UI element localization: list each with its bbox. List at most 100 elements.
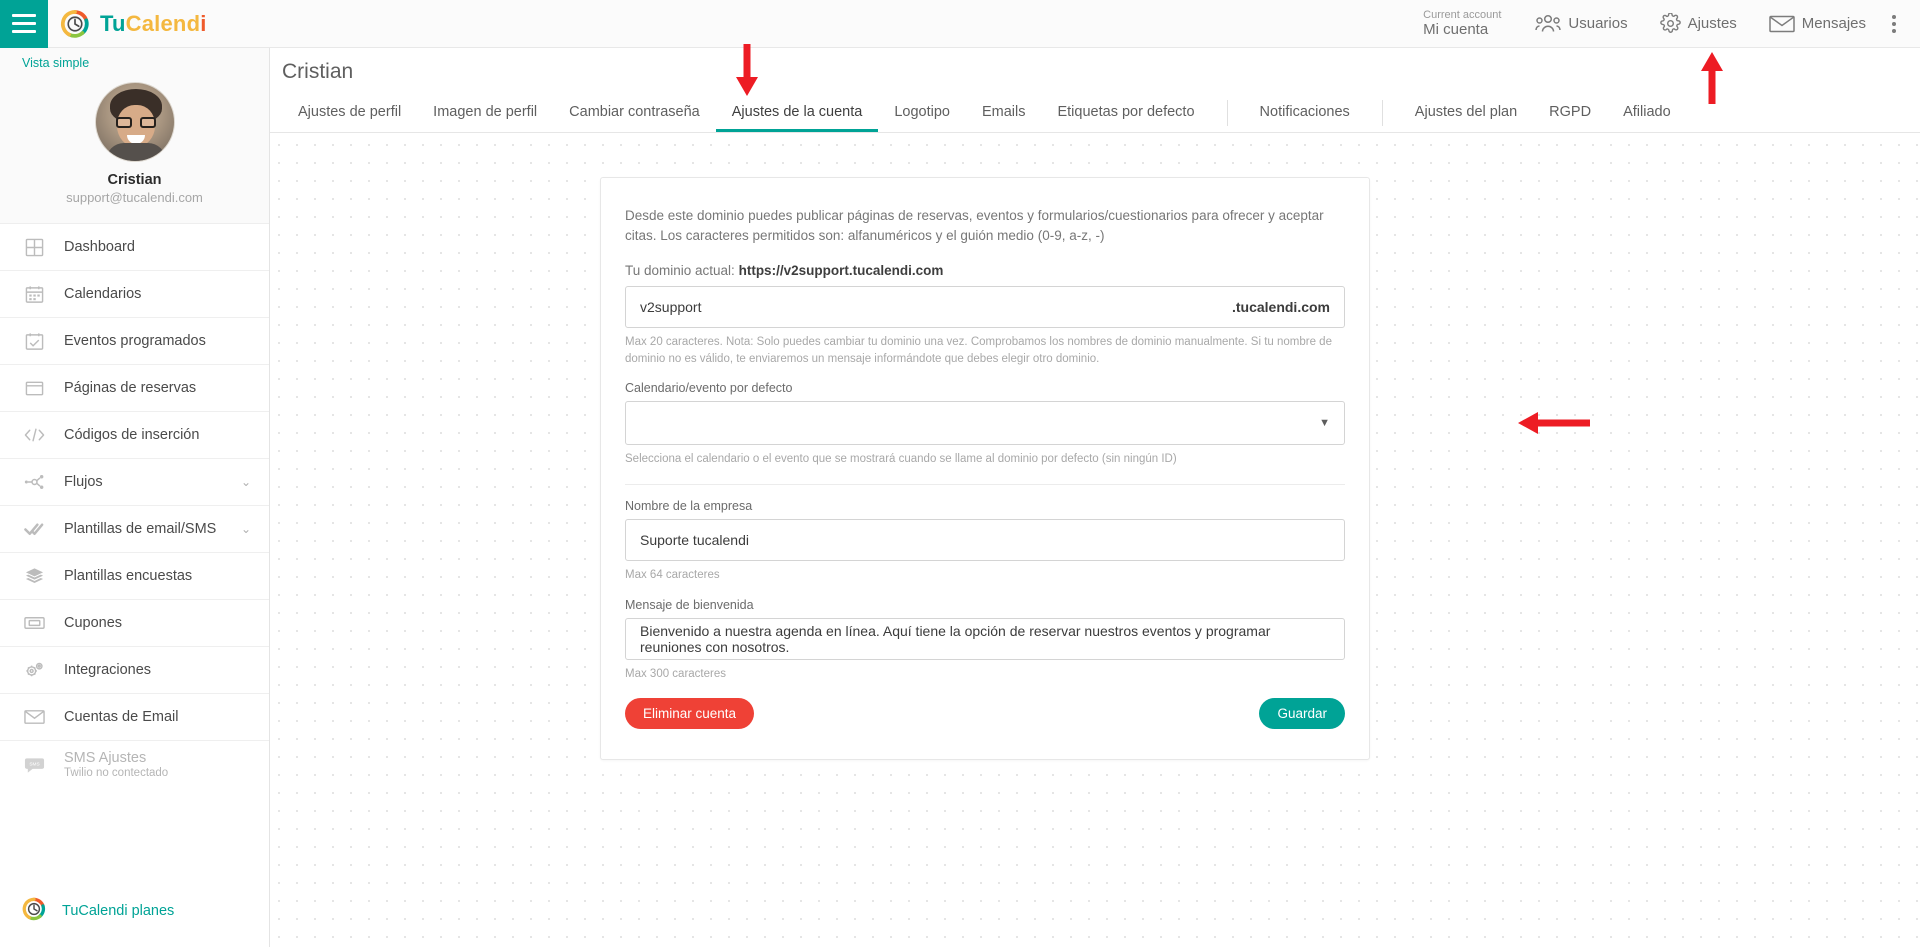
card-actions: Eliminar cuenta Guardar <box>613 682 1357 730</box>
domain-input-value: v2support <box>640 299 702 316</box>
chevron-down-icon[interactable]: ⌄ <box>241 475 251 489</box>
sidebar-item-c-digos-de-inserci-n[interactable]: Códigos de inserción <box>0 412 269 459</box>
top-bar-right: Current account Mi cuenta Usuarios Ajust… <box>1423 0 1920 48</box>
tab-ajustes-del-plan[interactable]: Ajustes del plan <box>1399 94 1533 132</box>
chevron-down-icon[interactable]: ▼ <box>1319 417 1330 429</box>
tab-cambiar-contrase-a[interactable]: Cambiar contraseña <box>553 94 716 132</box>
tab-etiquetas-por-defecto[interactable]: Etiquetas por defecto <box>1041 94 1210 132</box>
hamburger-bar <box>12 30 36 33</box>
company-name-group: Nombre de la empresa Suporte tucalendi M… <box>613 499 1357 584</box>
tab-notificaciones[interactable]: Notificaciones <box>1244 94 1366 132</box>
top-nav-usuarios[interactable]: Usuarios <box>1519 0 1643 48</box>
sidebar-item-label: Códigos de inserción <box>64 427 200 443</box>
profile-name: Cristian <box>107 172 162 188</box>
sidebar: Vista simple Cristian support@tucalendi.… <box>0 48 270 947</box>
default-calendar-select[interactable]: ▼ <box>625 401 1345 446</box>
svg-text:SMS: SMS <box>29 761 39 767</box>
tab-ajustes-de-perfil[interactable]: Ajustes de perfil <box>282 94 417 132</box>
ticket-icon <box>22 616 46 630</box>
sidebar-item-label: Calendarios <box>64 286 142 302</box>
sidebar-item-sublabel: Twilio no contectado <box>64 767 169 779</box>
sidebar-item-label: Integraciones <box>64 662 152 678</box>
brand-part-i: i <box>200 10 207 36</box>
hamburger-bar <box>12 22 36 25</box>
welcome-message-value: Bienvenido a nuestra agenda en línea. Aq… <box>640 622 1271 655</box>
sidebar-item-integraciones[interactable]: Integraciones <box>0 647 269 694</box>
tab-rgpd[interactable]: RGPD <box>1533 94 1607 132</box>
domain-input-hint: Max 20 caracteres. Nota: Solo puedes cam… <box>625 336 1332 365</box>
brand-title: TuCalendi <box>100 11 207 37</box>
main-content: Cristian Ajustes de perfil Imagen de perf… <box>270 48 1920 947</box>
calendar-icon <box>22 285 46 304</box>
sidebar-item-label: Flujos <box>64 474 103 490</box>
welcome-message-group: Mensaje de bienvenida Bienvenido a nuest… <box>613 598 1357 683</box>
top-nav-usuarios-label: Usuarios <box>1568 15 1628 32</box>
current-account-block[interactable]: Current account Mi cuenta <box>1423 9 1519 39</box>
save-button[interactable]: Guardar <box>1259 698 1345 730</box>
domain-input-suffix: .tucalendi.com <box>1231 299 1330 316</box>
delete-account-button[interactable]: Eliminar cuenta <box>625 698 755 730</box>
top-nav-mensajes[interactable]: Mensajes <box>1753 0 1882 48</box>
domain-intro-text: Desde este dominio puedes publicar págin… <box>625 208 1324 243</box>
company-name-value: Suporte tucalendi <box>640 532 749 549</box>
sidebar-item-cupones[interactable]: Cupones <box>0 600 269 647</box>
tab-imagen-de-perfil[interactable]: Imagen de perfil <box>417 94 553 132</box>
envelope-icon <box>1769 15 1795 33</box>
window-icon <box>22 379 46 398</box>
avatar-glasses <box>115 117 156 128</box>
hamburger-bar <box>12 14 36 17</box>
chevron-down-icon[interactable]: ⌄ <box>241 522 251 536</box>
sidebar-item-sms-ajustes[interactable]: SMS SMS Ajustes Twilio no contectado <box>0 741 269 788</box>
dashboard-grid-icon <box>22 238 46 257</box>
sidebar-item-p-ginas-de-reservas[interactable]: Páginas de reservas <box>0 365 269 412</box>
tab-group-divider <box>1226 100 1228 126</box>
envelope-icon <box>22 709 46 725</box>
gear-icon <box>1659 13 1681 34</box>
welcome-message-input[interactable]: Bienvenido a nuestra agenda en línea. Aq… <box>625 617 1345 660</box>
welcome-message-hint: Max 300 caracteres <box>625 667 726 680</box>
sidebar-item-dashboard[interactable]: Dashboard <box>0 224 269 271</box>
sidebar-nav-list: Dashboard Calendarios Eventos programados P… <box>0 224 269 788</box>
page-title: Cristian <box>282 60 354 83</box>
sidebar-item-calendarios[interactable]: Calendarios <box>0 271 269 318</box>
sidebar-item-eventos-programados[interactable]: Eventos programados <box>0 318 269 365</box>
sidebar-item-label: Plantillas de email/SMS <box>64 521 217 537</box>
simple-view-link[interactable]: Vista simple <box>0 48 269 76</box>
current-domain-line: Tu dominio actual: https://v2support.tuc… <box>613 245 1357 286</box>
sidebar-item-label: Dashboard <box>64 239 135 255</box>
sidebar-item-label: Cupones <box>64 615 123 631</box>
company-name-label: Nombre de la empresa <box>625 499 753 514</box>
tab-ajustes-de-la-cuenta[interactable]: Ajustes de la cuenta <box>715 94 879 132</box>
sidebar-item-label: Eventos programados <box>64 333 206 349</box>
top-nav-ajustes[interactable]: Ajustes <box>1644 0 1753 48</box>
kebab-dot <box>1892 14 1896 19</box>
avatar <box>94 82 175 162</box>
sidebar-item-flujos[interactable]: Flujos ⌄ <box>0 459 269 506</box>
calendar-check-icon <box>22 332 46 351</box>
sidebar-item-label-text: SMS Ajustes <box>64 750 147 766</box>
sidebar-item-cuentas-de-email[interactable]: Cuentas de Email <box>0 694 269 741</box>
domain-field-group: v2support .tucalendi.com Max 20 caracter… <box>613 286 1357 367</box>
tab-group-divider <box>1381 100 1383 126</box>
sidebar-plans-label: TuCalendi planes <box>62 903 175 919</box>
brand-logo-area[interactable]: TuCalendi <box>60 9 207 39</box>
tab-bar: Ajustes de perfil Imagen de perfil Cambiar… <box>270 94 1920 133</box>
company-name-input[interactable]: Suporte tucalendi <box>625 519 1345 562</box>
tab-logotipo[interactable]: Logotipo <box>878 94 966 132</box>
kebab-menu-icon[interactable] <box>1882 14 1910 33</box>
layers-icon <box>22 567 46 585</box>
welcome-message-label: Mensaje de bienvenida <box>625 597 754 612</box>
tab-afiliado[interactable]: Afiliado <box>1607 94 1687 132</box>
domain-input[interactable]: v2support .tucalendi.com <box>625 286 1345 329</box>
current-domain-value: https://v2support.tucalendi.com <box>738 263 944 279</box>
hamburger-menu-icon[interactable] <box>0 0 48 48</box>
default-calendar-label: Calendario/evento por defecto <box>625 381 793 396</box>
sidebar-item-tucalendi-planes[interactable]: TuCalendi planes <box>0 897 196 925</box>
company-name-hint: Max 64 caracteres <box>625 569 720 582</box>
current-domain-label: Tu dominio actual: <box>625 263 735 279</box>
tab-emails[interactable]: Emails <box>966 94 1042 132</box>
sidebar-item-plantillas-encuestas[interactable]: Plantillas encuestas <box>0 553 269 600</box>
default-calendar-group: Calendario/evento por defecto ▼ Seleccio… <box>613 381 1357 468</box>
sidebar-item-plantillas-de-email-sms[interactable]: Plantillas de email/SMS ⌄ <box>0 506 269 553</box>
brand-part-tu: Tu <box>100 10 126 36</box>
